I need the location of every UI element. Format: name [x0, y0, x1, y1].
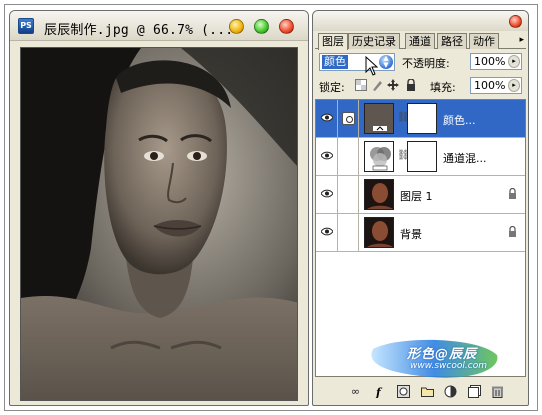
layer-lock-icon [509, 188, 516, 199]
document-window: PS 辰辰制作.jpg @ 66.7% (... [9, 10, 309, 406]
layer-link-cell[interactable] [339, 176, 359, 213]
layers-list: ⛓ 颜色... ⛓ 通道混... 图层 1 背景 [315, 99, 526, 377]
fill-slider-arrow-icon[interactable]: ▸ [508, 79, 520, 92]
layer-row-channel-mixer[interactable]: ⛓ 通道混... [316, 138, 525, 176]
image-canvas[interactable] [20, 47, 298, 401]
link-layers-icon[interactable]: ∞ [349, 385, 362, 398]
tab-history[interactable]: 历史记录 [348, 33, 400, 49]
blend-mode-arrows-icon[interactable]: ▲ ▼ [379, 55, 393, 69]
opacity-value: 100% [474, 55, 506, 68]
layer-name: 通道混... [443, 152, 487, 165]
eye-icon[interactable] [321, 113, 333, 122]
layer-mask-icon[interactable] [397, 385, 410, 398]
lock-all-icon[interactable] [405, 78, 417, 91]
chain-link-icon[interactable]: ⛓ [397, 111, 410, 125]
watermark-url: www.swcool.com [410, 361, 487, 371]
opacity-label: 不透明度: [402, 57, 450, 70]
new-layer-icon[interactable] [468, 385, 481, 398]
adjustment-thumbnail [364, 141, 394, 172]
tab-layers[interactable]: 图层 [318, 33, 348, 50]
close-button[interactable] [279, 19, 294, 34]
lock-position-icon[interactable] [387, 79, 399, 91]
visibility-cell[interactable] [316, 100, 338, 137]
layer-link-cell[interactable] [339, 138, 359, 175]
lock-transparent-icon[interactable] [355, 79, 367, 91]
lock-label: 锁定: [319, 81, 345, 94]
layer-thumbnail [364, 103, 394, 134]
layer-name: 图层 1 [400, 190, 433, 203]
fill-value: 100% [474, 79, 506, 92]
lock-fill-row: 锁定: 填充: 100% ▸ [319, 77, 524, 97]
layer-thumbnail [364, 217, 394, 248]
layer-name: 背景 [400, 228, 422, 241]
eye-icon[interactable] [321, 227, 333, 236]
mask-indicator-icon [342, 112, 355, 125]
layer-lock-icon [509, 226, 516, 237]
layer-name: 颜色... [443, 114, 476, 127]
watermark-title: 形色@辰辰 [407, 347, 478, 362]
blend-mode-value: 颜色 [322, 55, 348, 69]
minimize-button[interactable] [229, 19, 244, 34]
new-adjustment-layer-icon[interactable] [444, 385, 457, 398]
photoshop-app-icon: PS [18, 18, 34, 34]
document-title-bar[interactable]: PS 辰辰制作.jpg @ 66.7% (... [10, 11, 308, 41]
layers-palette-toolbar: ∞ f [315, 381, 526, 403]
blend-opacity-row: 颜色 ▲ ▼ 不透明度: 100% ▸ [319, 53, 524, 73]
visibility-cell[interactable] [316, 214, 338, 251]
document-title: 辰辰制作.jpg @ 66.7% (... [44, 23, 234, 38]
tab-actions[interactable]: 动作 [469, 33, 499, 49]
portrait-photo [21, 48, 297, 400]
lock-pixels-icon[interactable] [371, 79, 383, 91]
tab-channels[interactable]: 通道 [405, 33, 435, 49]
eye-icon[interactable] [321, 151, 333, 160]
palette-menu-icon[interactable]: ▸ [519, 35, 524, 45]
layer-row-layer-1[interactable]: 图层 1 [316, 176, 525, 214]
trash-icon[interactable] [491, 385, 504, 398]
visibility-cell[interactable] [316, 176, 338, 213]
tab-paths[interactable]: 路径 [437, 33, 467, 49]
layer-mask-thumbnail[interactable] [407, 103, 437, 134]
mouse-cursor-icon [365, 56, 379, 76]
palette-tabs: 图层 历史记录 通道 路径 动作 ▸ [315, 31, 526, 50]
palette-close-button[interactable] [509, 15, 522, 28]
layer-thumbnail [364, 179, 394, 210]
chain-link-icon[interactable]: ⛓ [397, 149, 410, 163]
fill-field[interactable]: 100% ▸ [470, 77, 522, 94]
palette-title-bar[interactable] [313, 11, 528, 31]
fill-label: 填充: [430, 81, 456, 94]
layer-mask-link-cell[interactable] [339, 100, 359, 137]
maximize-button[interactable] [254, 19, 269, 34]
eye-icon[interactable] [321, 189, 333, 198]
svg-text:f: f [375, 386, 383, 398]
layer-row-background[interactable]: 背景 [316, 214, 525, 252]
opacity-slider-arrow-icon[interactable]: ▸ [508, 55, 520, 68]
opacity-field[interactable]: 100% ▸ [470, 53, 522, 70]
new-group-icon[interactable] [421, 385, 434, 398]
layer-style-icon[interactable]: f [374, 385, 387, 399]
layer-row-color-fill[interactable]: ⛓ 颜色... [316, 100, 525, 138]
visibility-cell[interactable] [316, 138, 338, 175]
layer-mask-thumbnail[interactable] [407, 141, 437, 172]
blend-mode-select[interactable]: 颜色 ▲ ▼ [319, 53, 395, 71]
channel-mixer-icon [370, 147, 391, 171]
layer-link-cell[interactable] [339, 214, 359, 251]
